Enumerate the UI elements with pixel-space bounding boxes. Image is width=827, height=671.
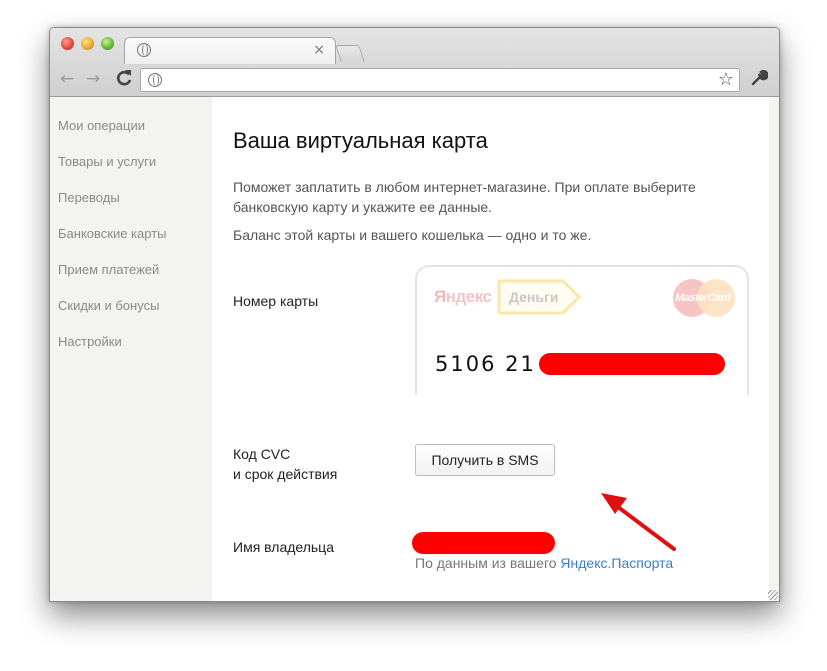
resize-grip-icon[interactable] xyxy=(768,590,778,600)
sidebar: Мои операции Товары и услуги Переводы Ба… xyxy=(50,97,212,601)
red-arrow-annotation xyxy=(601,493,676,551)
owner-source-note: По данным из вашего Яндекс.Паспорта xyxy=(415,555,673,571)
wrench-icon-svg xyxy=(751,69,769,86)
browser-chrome: × ← → ☆ xyxy=(50,28,779,97)
sidebar-item-settings[interactable]: Настройки xyxy=(58,334,122,349)
sidebar-item-goods[interactable]: Товары и услуги xyxy=(58,154,156,169)
zoom-window-button[interactable] xyxy=(101,37,114,50)
wrench-icon[interactable] xyxy=(750,69,769,92)
owner-source-prefix: По данным из вашего xyxy=(415,555,561,571)
arrow-shaft xyxy=(612,502,676,551)
sidebar-item-payments[interactable]: Прием платежей xyxy=(58,262,159,277)
globe-icon xyxy=(137,43,151,57)
browser-tab[interactable]: × xyxy=(124,37,336,64)
minimize-window-button[interactable] xyxy=(81,37,94,50)
right-gutter xyxy=(769,97,779,601)
owner-name-redaction xyxy=(412,532,555,554)
reload-icon-svg xyxy=(117,70,132,86)
owner-name-label: Имя владельца xyxy=(233,539,334,555)
sidebar-item-operations[interactable]: Мои операции xyxy=(58,118,145,133)
page-info-globe-icon xyxy=(148,73,162,87)
browser-window: × ← → ☆ Мои операции Товары и услуги Пер… xyxy=(49,27,780,602)
passport-link[interactable]: Яндекс.Паспорта xyxy=(560,555,673,571)
close-window-button[interactable] xyxy=(61,37,74,50)
new-tab-button[interactable] xyxy=(335,45,365,62)
bookmark-star-icon[interactable]: ☆ xyxy=(718,69,734,90)
tab-close-icon[interactable]: × xyxy=(313,41,325,59)
sidebar-item-bank-cards[interactable]: Банковские карты xyxy=(58,226,167,241)
sidebar-item-discounts[interactable]: Скидки и бонусы xyxy=(58,298,159,313)
main-content: Ваша виртуальная карта Поможет заплатить… xyxy=(212,97,769,601)
forward-arrow-icon[interactable]: → xyxy=(86,69,100,89)
sidebar-item-transfers[interactable]: Переводы xyxy=(58,190,120,205)
reload-icon[interactable] xyxy=(116,69,132,92)
back-arrow-icon[interactable]: ← xyxy=(60,69,74,89)
address-bar[interactable]: ☆ xyxy=(140,68,740,92)
